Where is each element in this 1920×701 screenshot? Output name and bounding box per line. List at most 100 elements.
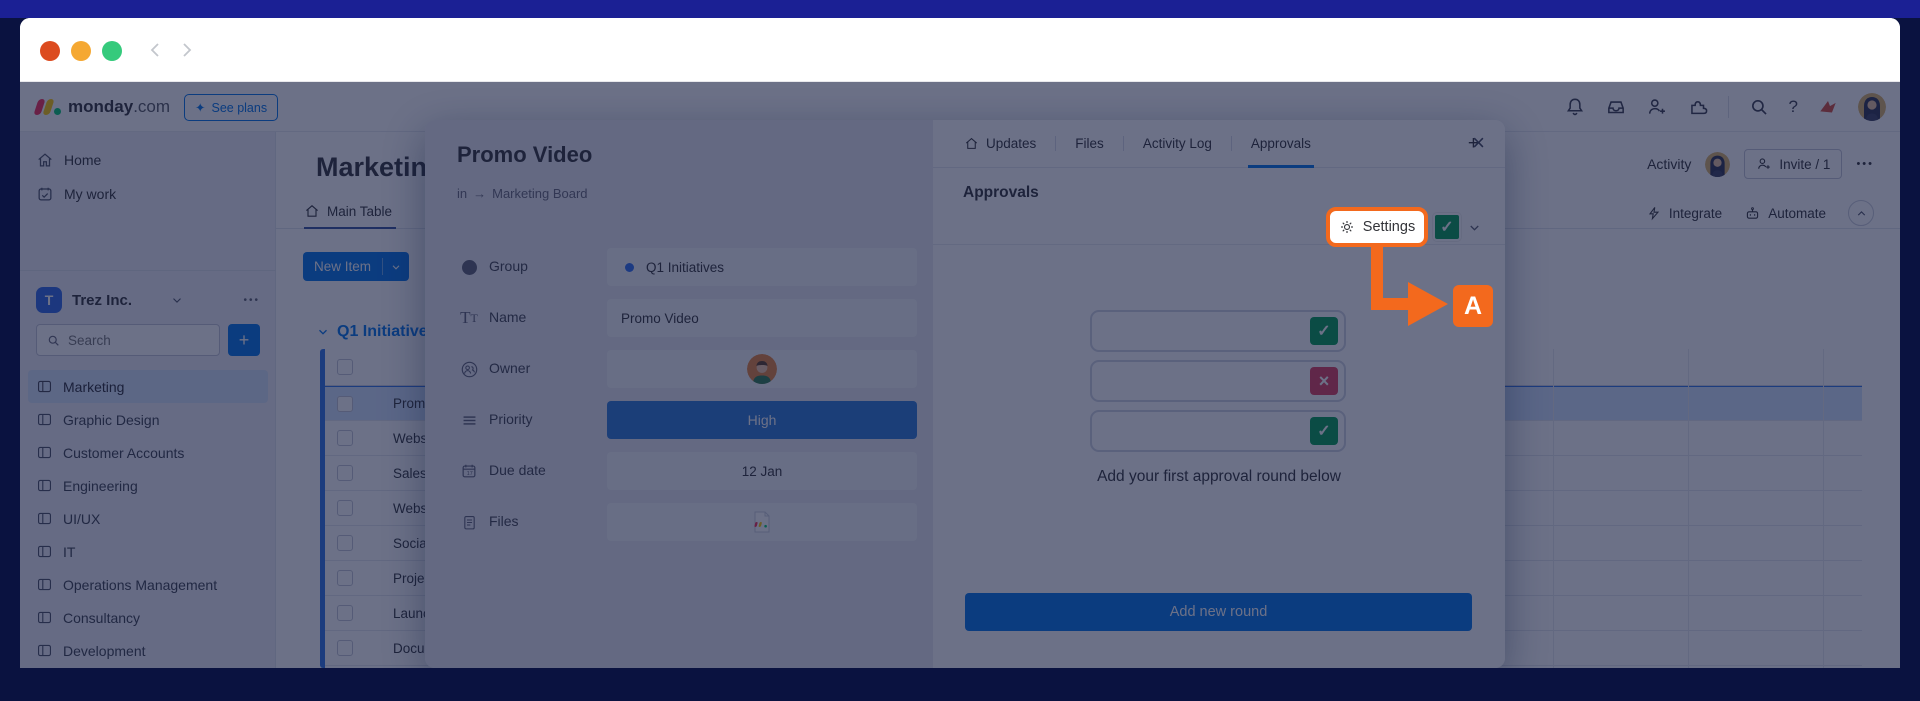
sidebar-search[interactable] — [36, 324, 220, 356]
breadcrumb-board-link[interactable]: Marketing Board — [492, 186, 587, 201]
row-checkbox[interactable] — [337, 570, 353, 586]
sidebar-board-customer-accounts[interactable]: Customer Accounts — [28, 436, 268, 469]
sidebar-board-it[interactable]: IT — [28, 535, 268, 568]
tab-activity-log[interactable]: Activity Log — [1140, 120, 1215, 168]
row-checkbox[interactable] — [337, 465, 353, 481]
close-window-button[interactable] — [40, 41, 60, 61]
group-color-dot — [625, 263, 634, 272]
new-item-chevron-icon[interactable] — [383, 261, 409, 273]
robot-icon — [1744, 205, 1761, 222]
workspace-row[interactable]: T Trez Inc. ••• — [28, 282, 268, 318]
approve-check-icon: ✓ — [1310, 317, 1338, 345]
nav-forward-icon[interactable] — [176, 40, 196, 60]
boards-list: Marketing Graphic Design Customer Accoun… — [28, 370, 268, 668]
workspace-avatar: T — [36, 287, 62, 313]
collapse-header-button[interactable] — [1848, 200, 1874, 226]
tab-main-table[interactable]: Main Table — [304, 201, 396, 229]
sidebar-board-operations[interactable]: Operations Management — [28, 568, 268, 601]
row-checkbox[interactable] — [337, 430, 353, 446]
automate-button[interactable]: Automate — [1744, 205, 1826, 222]
sidebar-board-consultancy[interactable]: Consultancy — [28, 601, 268, 634]
field-row-name: TT Name Promo Video — [425, 299, 933, 337]
nav-back-icon[interactable] — [146, 40, 166, 60]
chevron-down-icon[interactable] — [170, 293, 184, 307]
settings-button[interactable]: Settings — [1326, 207, 1428, 247]
sparkle-icon: ✦ — [195, 100, 205, 115]
field-row-owner: Owner — [425, 350, 933, 388]
sidebar-board-marketing[interactable]: Marketing — [28, 370, 268, 403]
sidebar-board-development[interactable]: Development — [28, 634, 268, 667]
row-checkbox[interactable] — [337, 500, 353, 516]
search-icon — [46, 333, 61, 348]
field-row-group: Group Q1 Initiatives — [425, 248, 933, 286]
row-checkbox[interactable] — [337, 640, 353, 656]
sidebar-board-hr[interactable]: HR — [28, 667, 268, 668]
due-date-value[interactable]: 12 Jan — [607, 452, 917, 490]
column-divider — [1553, 349, 1554, 668]
sidebar-board-uiux[interactable]: UI/UX — [28, 502, 268, 535]
empty-state-text: Add your first approval round below — [933, 468, 1505, 486]
tab-files[interactable]: Files — [1072, 120, 1107, 168]
add-new-round-button[interactable]: Add new round — [965, 593, 1472, 631]
tab-updates[interactable]: Updates — [961, 120, 1039, 168]
monday-app: monday.com ✦ See plans — [20, 82, 1900, 668]
priority-value-badge[interactable]: High — [607, 401, 917, 439]
board-icon — [36, 477, 53, 494]
item-title: Promo Video — [457, 142, 933, 168]
products-logo-icon[interactable] — [1817, 96, 1839, 118]
tab-approvals[interactable]: Approvals — [1248, 120, 1314, 168]
column-divider — [1688, 349, 1689, 668]
name-value[interactable]: Promo Video — [607, 299, 917, 337]
inbox-icon[interactable] — [1605, 96, 1627, 118]
search-input[interactable] — [68, 333, 178, 348]
home-icon — [304, 203, 320, 219]
row-checkbox[interactable] — [337, 605, 353, 621]
board-icon — [36, 444, 53, 461]
invite-person-icon[interactable] — [1646, 96, 1668, 118]
invite-button[interactable]: Invite / 1 — [1744, 149, 1842, 179]
close-icon[interactable]: × — [1472, 130, 1485, 156]
files-value[interactable] — [607, 503, 917, 541]
sidebar-board-graphic-design[interactable]: Graphic Design — [28, 403, 268, 436]
owner-value[interactable] — [607, 350, 917, 388]
apps-puzzle-icon[interactable] — [1687, 96, 1709, 118]
add-board-button[interactable]: + — [228, 324, 260, 356]
approval-status-checkbox[interactable]: ✓ — [1433, 213, 1461, 241]
zoom-window-button[interactable] — [102, 41, 122, 61]
row-checkbox[interactable] — [337, 396, 353, 412]
group-title[interactable]: Q1 Initiatives — [316, 323, 437, 341]
workspace-menu-icon[interactable]: ••• — [243, 295, 260, 306]
monday-logo[interactable]: monday.com — [36, 94, 170, 120]
select-all-checkbox[interactable] — [337, 359, 353, 375]
sidebar-board-engineering[interactable]: Engineering — [28, 469, 268, 502]
row-checkbox[interactable] — [337, 535, 353, 551]
sidebar-item-my-work[interactable]: My work — [28, 178, 268, 210]
notifications-bell-icon[interactable] — [1564, 96, 1586, 118]
annotation-arrow — [1360, 244, 1460, 339]
help-icon[interactable]: ? — [1789, 97, 1798, 117]
breadcrumb-prefix: in — [457, 186, 467, 201]
new-item-button[interactable]: New Item — [303, 252, 409, 281]
item-card-modal: Promo Video in → Marketing Board Group Q… — [425, 120, 1505, 668]
board-icon — [36, 510, 53, 527]
monday-logo-icon — [36, 99, 61, 115]
approve-check-icon: ✓ — [1310, 417, 1338, 445]
annotation-badge-a: A — [1453, 285, 1493, 327]
activity-label[interactable]: Activity — [1647, 156, 1691, 172]
sidebar-item-label: My work — [64, 186, 116, 202]
group-icon — [457, 255, 481, 279]
gear-icon — [1339, 219, 1355, 235]
board-menu-icon[interactable]: ••• — [1856, 158, 1874, 170]
integrate-button[interactable]: Integrate — [1646, 205, 1722, 221]
activity-avatar[interactable] — [1705, 152, 1730, 177]
search-icon[interactable] — [1748, 96, 1770, 118]
browser-window: monday.com ✦ See plans — [20, 18, 1900, 668]
chevron-down-icon[interactable] — [1467, 220, 1482, 235]
group-value[interactable]: Q1 Initiatives — [607, 248, 917, 286]
see-plans-button[interactable]: ✦ See plans — [184, 94, 278, 121]
sidebar-item-home[interactable]: Home — [28, 144, 268, 176]
field-row-due-date: 17 Due date 12 Jan — [425, 452, 933, 490]
minimize-window-button[interactable] — [71, 41, 91, 61]
user-avatar[interactable] — [1858, 93, 1886, 121]
chevron-down-icon — [316, 325, 330, 339]
